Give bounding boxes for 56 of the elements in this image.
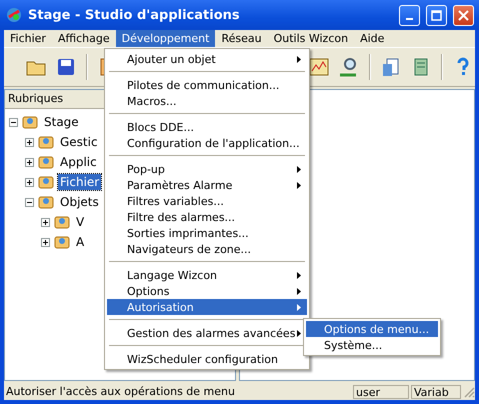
- expander-icon[interactable]: [9, 118, 18, 126]
- menu-item[interactable]: Blocs DDE...: [107, 119, 307, 135]
- menu-bar-item[interactable]: Développement: [116, 30, 216, 47]
- tree-item[interactable]: Applic: [58, 154, 99, 170]
- tree-item[interactable]: V: [74, 214, 86, 230]
- tree-item[interactable]: Stage: [42, 114, 81, 130]
- submenu-arrow-icon: [297, 330, 301, 336]
- status-message: Autoriser l'accès aux opérations de menu: [5, 385, 236, 398]
- maximize-icon: [431, 10, 442, 20]
- menu-item[interactable]: Filtre des alarmes...: [107, 209, 307, 225]
- menu-item[interactable]: Pilotes de communication...: [107, 77, 307, 93]
- submenu-arrow-icon: [297, 304, 301, 310]
- minimize-icon: [406, 18, 413, 20]
- menu-item[interactable]: Navigateurs de zone...: [107, 241, 307, 257]
- tree-item[interactable]: Fichier: [58, 174, 102, 190]
- app-logo-icon: [6, 7, 22, 23]
- menu-bar-item[interactable]: Fichier: [4, 30, 52, 47]
- menu-bar-item[interactable]: Outils Wizcon: [268, 30, 354, 47]
- resize-grip-icon[interactable]: [463, 386, 475, 398]
- window-title: Stage - Studio d'applications: [28, 8, 241, 22]
- expander-icon[interactable]: [25, 158, 34, 166]
- submenu-arrow-icon: [297, 288, 301, 294]
- menu-item[interactable]: Configuration de l'application...: [107, 135, 307, 151]
- menu-item[interactable]: Ajouter un objet: [107, 51, 307, 67]
- status-pane: Variab: [411, 384, 461, 398]
- expander-icon[interactable]: [41, 238, 50, 246]
- submenu-arrow-icon: [297, 182, 301, 188]
- menu-item[interactable]: WizScheduler configuration: [107, 351, 307, 367]
- menu-item[interactable]: Autorisation: [107, 299, 307, 315]
- minimize-button[interactable]: [399, 4, 420, 26]
- submenu-arrow-icon: [297, 166, 301, 172]
- menu-bar-item[interactable]: Réseau: [215, 30, 268, 47]
- menu-item[interactable]: Sorties imprimantes...: [107, 225, 307, 241]
- tree-item[interactable]: Objets: [58, 194, 101, 210]
- tree-item[interactable]: A: [74, 234, 86, 250]
- menu-item[interactable]: Filtres variables...: [107, 193, 307, 209]
- expander-icon[interactable]: [25, 138, 34, 146]
- menu-item[interactable]: Pop-up: [107, 161, 307, 177]
- maximize-button[interactable]: [426, 4, 447, 26]
- close-button[interactable]: [453, 4, 474, 26]
- expander-icon[interactable]: [41, 218, 50, 226]
- status-pane: user: [353, 384, 409, 398]
- menu-item[interactable]: Options de menu...: [306, 321, 438, 337]
- submenu-arrow-icon: [297, 56, 301, 62]
- expander-icon[interactable]: [25, 178, 34, 186]
- menu-item[interactable]: Options: [107, 283, 307, 299]
- menu-item[interactable]: Langage Wizcon: [107, 267, 307, 283]
- menu-item[interactable]: Système...: [306, 337, 438, 353]
- menu-item[interactable]: Gestion des alarmes avancées: [107, 325, 307, 341]
- menu-bar-item[interactable]: Affichage: [52, 30, 116, 47]
- submenu-arrow-icon: [297, 272, 301, 278]
- tree-item[interactable]: Gestic: [58, 134, 100, 150]
- close-icon: [458, 10, 469, 20]
- menu-bar-item[interactable]: Aide: [354, 30, 390, 47]
- menu-item[interactable]: Paramètres Alarme: [107, 177, 307, 193]
- expander-icon[interactable]: [25, 198, 34, 206]
